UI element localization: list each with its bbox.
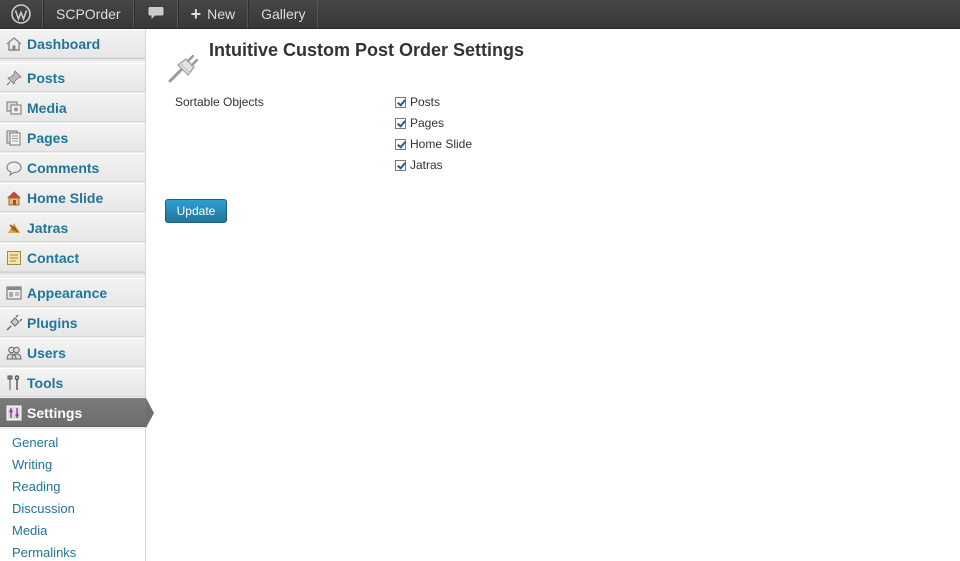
plugin-plug-icon <box>166 51 202 87</box>
plus-icon: + <box>190 4 202 24</box>
object-checkbox-pages[interactable]: Pages <box>395 116 444 130</box>
menu-separator <box>0 272 145 276</box>
home-icon <box>6 36 22 52</box>
checkbox-checked[interactable] <box>395 96 406 108</box>
menu-separator <box>0 58 145 62</box>
sidebar-item-comments[interactable]: Comments <box>0 153 145 182</box>
admin-sidebar: Dashboard Posts Media Pages Comments Hom… <box>0 29 154 561</box>
media-icon <box>6 100 22 116</box>
sidebar-item-jatras[interactable]: Jatras <box>0 213 145 242</box>
object-checkbox-jatras[interactable]: Jatras <box>395 158 443 172</box>
submenu-item-writing[interactable]: Writing <box>12 457 52 472</box>
sidebar-item-label: Users <box>27 344 66 361</box>
contact-icon <box>6 250 22 266</box>
plug-icon <box>6 314 22 331</box>
wordpress-logo-icon[interactable] <box>0 0 43 28</box>
comments-link[interactable] <box>133 0 178 28</box>
sidebar-item-label: Posts <box>27 69 66 86</box>
sidebar-item-home-slide[interactable]: Home Slide <box>0 183 145 212</box>
comment-icon <box>6 160 22 176</box>
checkbox-checked[interactable] <box>395 159 406 171</box>
sidebar-item-label: Settings <box>27 404 83 421</box>
new-content-link[interactable]: + New <box>177 0 249 28</box>
submenu-item-discussion[interactable]: Discussion <box>12 501 75 516</box>
appearance-icon <box>6 285 22 301</box>
sidebar-item-pages[interactable]: Pages <box>0 123 145 152</box>
sidebar-item-media[interactable]: Media <box>0 93 145 122</box>
sidebar-item-label: Media <box>27 99 67 116</box>
checkbox-checked[interactable] <box>395 138 406 150</box>
pages-icon <box>6 130 22 146</box>
sidebar-item-dashboard[interactable]: Dashboard <box>0 29 145 58</box>
tools-icon <box>6 374 22 391</box>
submenu-item-general[interactable]: General <box>12 435 58 450</box>
gallery-link[interactable]: Gallery <box>248 0 319 28</box>
sidebar-item-users[interactable]: Users <box>0 338 145 367</box>
sidebar-item-label: Appearance <box>27 284 108 301</box>
submenu-item-media[interactable]: Media <box>12 523 47 538</box>
main-content: Intuitive Custom Post Order Settings Sor… <box>146 29 960 561</box>
pushpin-icon <box>6 69 22 86</box>
submenu-item-reading[interactable]: Reading <box>12 479 60 494</box>
checkbox-label: Home Slide <box>410 137 473 151</box>
page-title: Intuitive Custom Post Order Settings <box>209 40 525 60</box>
site-name-label: SCPOrder <box>56 6 121 22</box>
sidebar-item-label: Pages <box>27 129 69 146</box>
users-icon <box>6 345 22 361</box>
sidebar-item-appearance[interactable]: Appearance <box>0 278 145 307</box>
admin-bar: SCPOrder + New Gallery <box>0 0 960 29</box>
sidebar-item-label: Contact <box>27 249 80 266</box>
sidebar-item-plugins[interactable]: Plugins <box>0 308 145 337</box>
sidebar-item-label: Plugins <box>27 314 78 331</box>
sidebar-item-contact[interactable]: Contact <box>0 243 145 272</box>
sidebar-item-settings[interactable]: Settings <box>0 398 146 427</box>
gallery-label: Gallery <box>261 6 306 22</box>
site-name-link[interactable]: SCPOrder <box>43 0 134 28</box>
sidebar-item-label: Comments <box>27 159 100 176</box>
submenu-item-permalinks[interactable]: Permalinks <box>12 545 76 560</box>
object-checkbox-home-slide[interactable]: Home Slide <box>395 137 472 151</box>
house-icon <box>6 190 22 206</box>
checkbox-checked[interactable] <box>395 117 406 129</box>
comment-bubble-icon <box>148 6 164 23</box>
sidebar-item-label: Tools <box>27 374 64 391</box>
sidebar-item-label: Home Slide <box>27 189 104 206</box>
checkbox-label: Pages <box>410 116 445 130</box>
object-checkbox-posts[interactable]: Posts <box>395 95 440 109</box>
sidebar-item-label: Jatras <box>27 219 69 236</box>
sidebar-item-tools[interactable]: Tools <box>0 368 145 397</box>
jatras-icon <box>6 220 22 236</box>
checkbox-label: Jatras <box>410 158 443 172</box>
checkbox-label: Posts <box>410 95 441 109</box>
sidebar-item-label: Dashboard <box>27 35 101 52</box>
sidebar-item-posts[interactable]: Posts <box>0 63 145 92</box>
sortable-objects-label: Sortable Objects <box>175 95 264 109</box>
settings-icon <box>6 405 22 421</box>
settings-submenu: General Writing Reading Discussion Media… <box>0 429 145 561</box>
update-button[interactable]: Update <box>165 199 227 223</box>
new-label: New <box>207 6 236 22</box>
